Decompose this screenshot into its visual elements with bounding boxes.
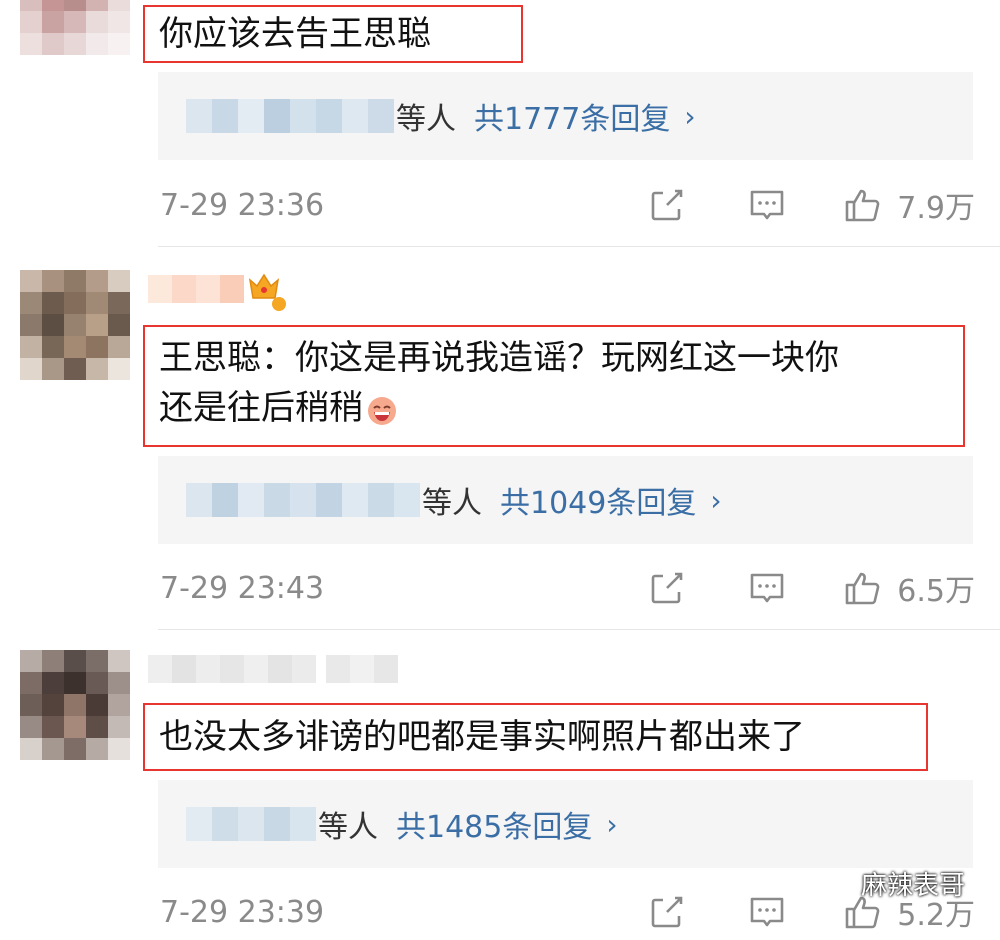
share-icon[interactable] [647, 892, 687, 932]
avatar[interactable] [20, 270, 130, 380]
reply-preview[interactable]: 等人 共1777条回复 › [158, 72, 973, 160]
comment-text: 还是往后稍稍 [159, 388, 363, 428]
chevron-right-icon[interactable]: › [684, 100, 695, 133]
blurred-username[interactable] [148, 655, 398, 691]
reply-count-link[interactable]: 共1777条回复 [474, 94, 670, 138]
timestamp: 7-29 23:36 [160, 187, 325, 223]
watermark-text: 麻辣表哥 [861, 871, 966, 901]
avatar[interactable] [20, 0, 130, 55]
wechat-icon [825, 867, 855, 900]
divider [158, 246, 1000, 247]
comment-icon[interactable] [747, 892, 787, 932]
share-icon[interactable] [647, 568, 687, 608]
timestamp: 7-29 23:43 [160, 570, 325, 606]
thumbs-up-icon[interactable] [843, 185, 883, 225]
level-badge [272, 297, 286, 311]
reply-count-link[interactable]: 共1049条回复 [500, 478, 696, 522]
blurred-replier-names [186, 807, 316, 841]
laughing-emoji-icon [365, 391, 399, 425]
timestamp: 7-29 23:39 [160, 894, 325, 930]
comment-meta: 7-29 23:43 6.5万 [160, 566, 975, 610]
blurred-username[interactable] [148, 275, 244, 311]
comment-icon[interactable] [747, 185, 787, 225]
comment-text: 你应该去告王思聪 [159, 14, 431, 54]
reply-suffix: 等人 [396, 102, 456, 137]
watermark: 麻辣表哥 [825, 865, 965, 902]
share-icon[interactable] [647, 185, 687, 225]
chevron-right-icon[interactable]: › [710, 484, 721, 517]
like-count: 6.5万 [897, 574, 975, 609]
comment-text-line-2: 还是往后稍稍 [159, 383, 949, 433]
comment-meta: 7-29 23:36 7.9万 [160, 183, 975, 227]
reply-suffix: 等人 [422, 486, 482, 521]
comment-text-highlight: 也没太多诽谤的吧都是事实啊照片都出来了 [143, 703, 928, 771]
crown-badge-icon [248, 272, 286, 311]
comment-icon[interactable] [747, 568, 787, 608]
blurred-replier-names [186, 99, 394, 133]
chevron-right-icon[interactable]: › [606, 808, 617, 841]
like-count: 7.9万 [897, 191, 975, 226]
blurred-replier-names [186, 483, 420, 517]
comment-text-line: 王思聪：你这是再说我造谣？玩网红这一块你 [159, 338, 839, 378]
comment-text-highlight: 你应该去告王思聪 [143, 5, 523, 63]
divider [158, 629, 1000, 630]
reply-preview[interactable]: 等人 共1049条回复 › [158, 456, 973, 544]
reply-count-link[interactable]: 共1485条回复 [396, 802, 592, 846]
reply-preview[interactable]: 等人 共1485条回复 › [158, 780, 973, 868]
thumbs-up-icon[interactable] [843, 568, 883, 608]
reply-suffix: 等人 [318, 810, 378, 845]
comment-text-highlight: 王思聪：你这是再说我造谣？玩网红这一块你 还是往后稍稍 [143, 325, 965, 447]
avatar[interactable] [20, 650, 130, 760]
comment-text: 也没太多诽谤的吧都是事实啊照片都出来了 [159, 717, 805, 757]
